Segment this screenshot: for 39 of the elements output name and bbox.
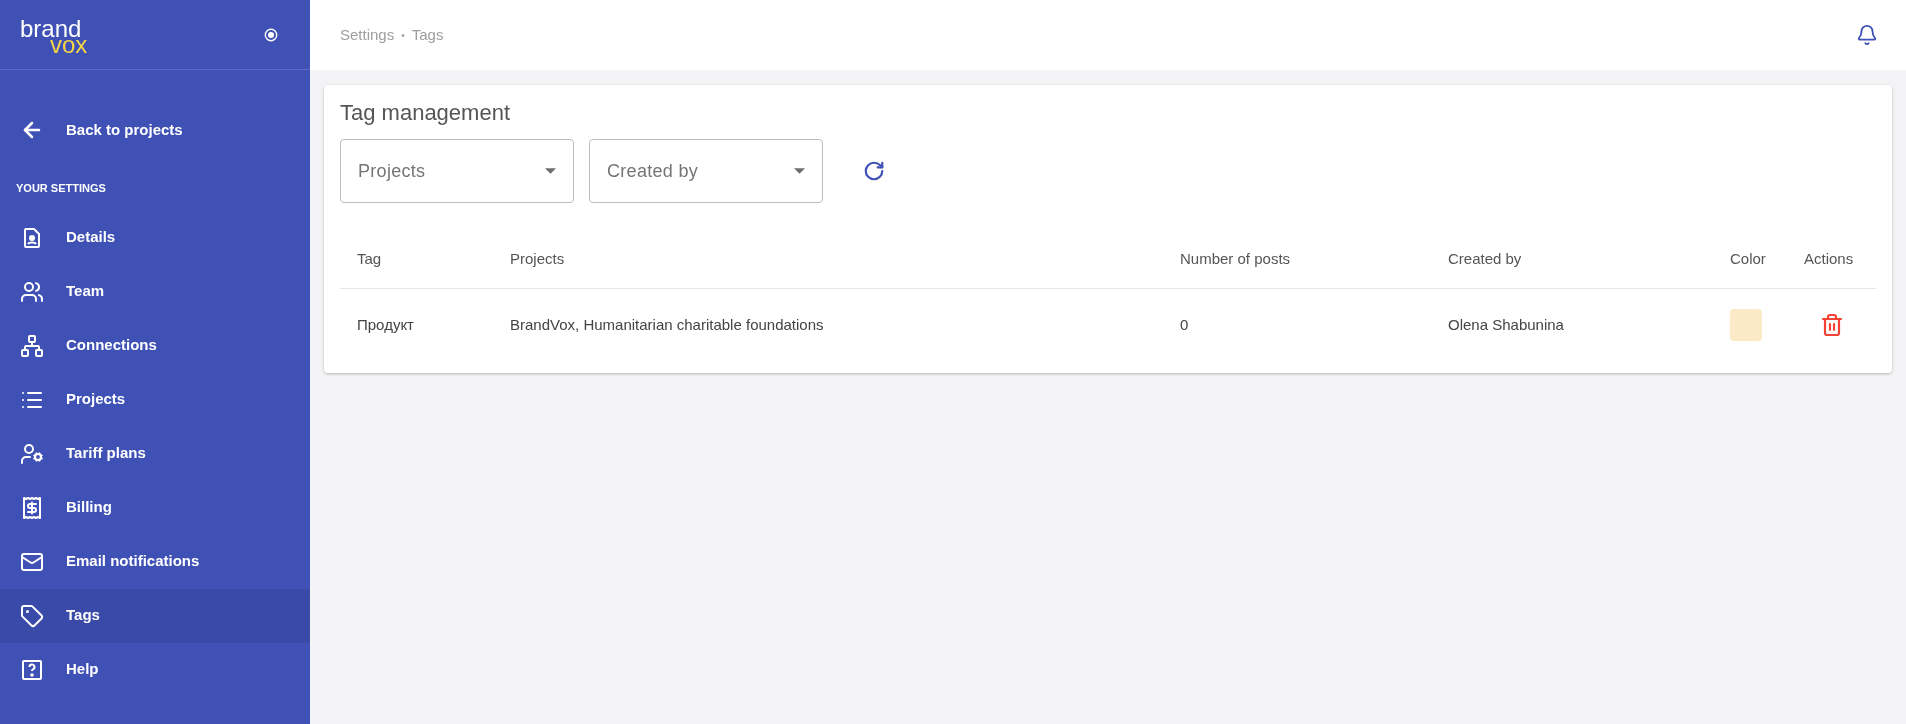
receipt-icon [20, 495, 44, 520]
column-header: Created by [1448, 249, 1523, 270]
table-cell-text: BrandVox, Humanitarian charitable foundations [510, 314, 825, 335]
tag-icon [20, 603, 44, 628]
people-icon [20, 279, 44, 304]
breadcrumb-separator: • [401, 28, 405, 43]
connections-icon [20, 333, 44, 358]
caret-icon [794, 168, 805, 174]
back-link[interactable]: Back to projects [0, 110, 310, 150]
column-header: Tag [356, 249, 383, 270]
sidebar-item[interactable]: Email notifications [0, 534, 310, 589]
user-gear-icon [20, 441, 44, 466]
dropdown-input[interactable]: Projects [358, 157, 518, 185]
sidebar-item[interactable]: Team [0, 264, 310, 319]
sidebar-item[interactable]: Connections [0, 318, 310, 373]
column-header: Number of posts [1180, 249, 1292, 270]
table-cell-text: 0 [1180, 314, 1190, 335]
section-title: YOUR SETTINGS [15, 181, 107, 196]
column-header: Actions [1804, 249, 1855, 270]
column-header: Projects [510, 249, 566, 270]
help-icon [20, 657, 44, 682]
radio-icon[interactable] [264, 27, 278, 42]
dropdown-field[interactable]: Created by [589, 139, 823, 203]
card-title: Tag management [340, 99, 511, 127]
table-cell-text: Продукт [356, 314, 415, 335]
sidebar-item[interactable]: Details [0, 210, 310, 265]
sidebar-item[interactable]: Help [0, 642, 310, 697]
dropdown-field[interactable]: Projects [340, 139, 574, 203]
table-cell-text: Olena Shabunina [1448, 314, 1565, 335]
column-header: Color [1730, 249, 1767, 270]
trash-icon[interactable] [1820, 313, 1844, 337]
sidebar-item[interactable]: Tariff plans [0, 426, 310, 481]
refresh-icon[interactable] [863, 160, 885, 182]
dropdown-input[interactable]: Created by [607, 157, 767, 185]
caret-icon [545, 168, 556, 174]
bell-icon[interactable] [1856, 24, 1878, 46]
sidebar-item[interactable]: Billing [0, 480, 310, 535]
sidebar-item[interactable]: Projects [0, 372, 310, 427]
sidebar-item[interactable]: Tags [0, 588, 310, 643]
